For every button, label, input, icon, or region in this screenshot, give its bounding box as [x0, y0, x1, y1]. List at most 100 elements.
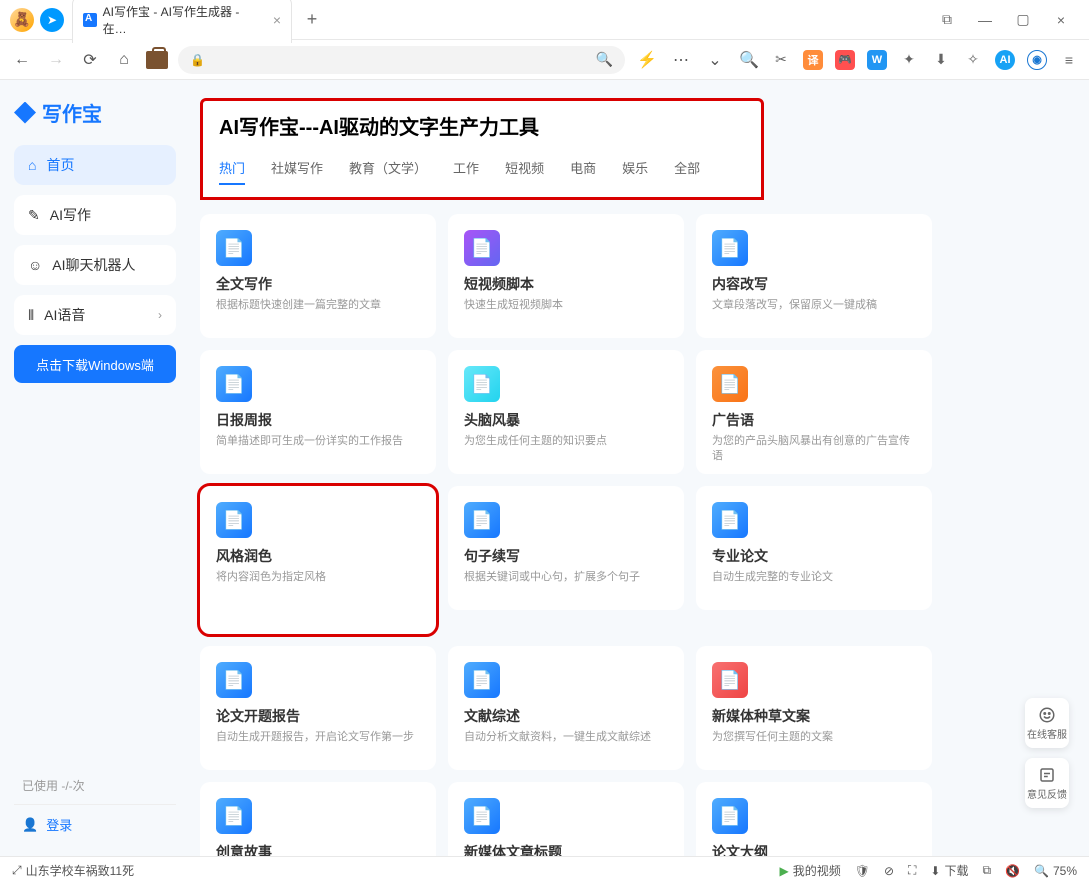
- window-pip-icon[interactable]: ⧉: [935, 8, 959, 32]
- more-icon[interactable]: ⋯: [669, 48, 693, 72]
- nav-label: AI聊天机器人: [52, 255, 135, 275]
- nav-ai-chat[interactable]: ☺ AI聊天机器人: [14, 245, 176, 285]
- card-title: 内容改写: [712, 274, 916, 294]
- nav-ai-voice[interactable]: ⦀ AI语音 ›: [14, 295, 176, 335]
- url-input[interactable]: 🔒 🔍: [178, 46, 625, 74]
- card-icon: 📄: [712, 230, 748, 266]
- reload-button[interactable]: ⟳: [78, 48, 102, 72]
- card-desc: 为您生成任何主题的知识要点: [464, 434, 668, 449]
- download-status[interactable]: ⬇下载: [930, 862, 968, 879]
- tool-card[interactable]: 📄 日报周报 简单描述即可生成一份详实的工作报告: [200, 350, 436, 474]
- user-icon: 👤: [22, 817, 38, 833]
- game-icon[interactable]: 🎮: [835, 50, 855, 70]
- download-windows-button[interactable]: 点击下载Windows端: [14, 345, 176, 383]
- card-desc: 自动生成开题报告，开启论文写作第一步: [216, 730, 420, 745]
- card-title: 创意故事: [216, 842, 420, 856]
- window-minimize-icon[interactable]: —: [973, 8, 997, 32]
- tool-card[interactable]: 📄 创意故事 帮你续写创意故事: [200, 782, 436, 856]
- pip-icon[interactable]: ⧉: [982, 863, 991, 878]
- category-tabs: 热门社媒写作教育（文学） 工作短视频电商娱乐全部: [219, 158, 745, 185]
- customer-service-button[interactable]: 在线客服: [1025, 698, 1069, 748]
- browser-tab[interactable]: AI写作宝 - AI写作生成器 - 在… ×: [72, 0, 292, 43]
- tool-card[interactable]: 📄 风格润色 将内容润色为指定风格: [200, 486, 436, 634]
- my-video-button[interactable]: ▶我的视频: [779, 862, 840, 879]
- card-icon: 📄: [216, 798, 252, 834]
- category-tab[interactable]: 社媒写作: [271, 158, 323, 185]
- telegram-icon[interactable]: ➤: [40, 8, 64, 32]
- news-ticker[interactable]: ⤢ 山东学校车祸致11死: [12, 862, 134, 879]
- card-title: 专业论文: [712, 546, 916, 566]
- address-bar: ← → ⟳ ⌂ 🔒 🔍 ⚡ ⋯ ⌄ 🔍 ✂ 译 🎮 W ✦ ⬇ ✧ AI ◉ ≡: [0, 40, 1089, 80]
- category-tab[interactable]: 电商: [570, 158, 596, 185]
- tool-card[interactable]: 📄 句子续写 根据关键词或中心句，扩展多个句子: [448, 486, 684, 610]
- category-tab[interactable]: 娱乐: [622, 158, 648, 185]
- menu-icon[interactable]: ≡: [1059, 50, 1079, 70]
- bolt-icon[interactable]: ⚡: [635, 48, 659, 72]
- globe-icon[interactable]: ◉: [1027, 50, 1047, 70]
- card-title: 广告语: [712, 410, 916, 430]
- tool-card[interactable]: 📄 短视频脚本 快速生成短视频脚本: [448, 214, 684, 338]
- login-label: 登录: [46, 815, 72, 834]
- category-tab[interactable]: 全部: [674, 158, 700, 185]
- card-desc: 简单描述即可生成一份详实的工作报告: [216, 434, 420, 449]
- card-icon: 📄: [464, 798, 500, 834]
- login-button[interactable]: 👤 登录: [14, 805, 176, 844]
- star-icon[interactable]: ✧: [963, 50, 983, 70]
- card-desc: 自动生成完整的专业论文: [712, 570, 916, 585]
- translate-icon[interactable]: 译: [803, 50, 823, 70]
- category-tab[interactable]: 教育（文学）: [349, 158, 427, 185]
- zoom-status[interactable]: 🔍75%: [1034, 864, 1077, 878]
- back-button[interactable]: ←: [10, 48, 34, 72]
- scissors-icon[interactable]: ✂: [771, 50, 791, 70]
- nav-home[interactable]: ⌂ 首页: [14, 145, 176, 185]
- logo[interactable]: 写作宝: [14, 98, 176, 127]
- capture-icon[interactable]: ⛶: [908, 863, 916, 878]
- tool-card[interactable]: 📄 论文大纲 根据论文题目和关键词生成论文大纲: [696, 782, 932, 856]
- voice-icon: ⦀: [28, 307, 34, 324]
- chevron-down-icon[interactable]: ⌄: [703, 48, 727, 72]
- tool-card[interactable]: 📄 论文开题报告 自动生成开题报告，开启论文写作第一步: [200, 646, 436, 770]
- card-icon: 📄: [464, 230, 500, 266]
- tool-card[interactable]: 📄 文献综述 自动分析文献资料，一键生成文献综述: [448, 646, 684, 770]
- card-title: 新媒体文章标题: [464, 842, 668, 856]
- tool-card[interactable]: 📄 专业论文 自动生成完整的专业论文: [696, 486, 932, 610]
- feedback-button[interactable]: 意见反馈: [1025, 758, 1069, 808]
- block-icon[interactable]: ⊘: [884, 864, 894, 878]
- page-title: AI写作宝---AI驱动的文字生产力工具: [219, 111, 745, 140]
- extension-icon[interactable]: ✦: [899, 50, 919, 70]
- tab-close-icon[interactable]: ×: [273, 12, 281, 28]
- mute-icon[interactable]: 🔇: [1005, 864, 1020, 878]
- category-tab[interactable]: 热门: [219, 158, 245, 185]
- card-grid: 📄 全文写作 根据标题快速创建一篇完整的文章📄 短视频脚本 快速生成短视频脚本📄…: [200, 214, 1069, 856]
- tool-card[interactable]: 📄 全文写作 根据标题快速创建一篇完整的文章: [200, 214, 436, 338]
- card-title: 全文写作: [216, 274, 420, 294]
- word-icon[interactable]: W: [867, 50, 887, 70]
- tool-card[interactable]: 📄 头脑风暴 为您生成任何主题的知识要点: [448, 350, 684, 474]
- card-desc: 为您撰写任何主题的文案: [712, 730, 916, 745]
- window-close-icon[interactable]: ×: [1049, 8, 1073, 32]
- download-icon[interactable]: ⬇: [931, 50, 951, 70]
- category-tab[interactable]: 短视频: [505, 158, 544, 185]
- tool-card[interactable]: 📄 广告语 为您的产品头脑风暴出有创意的广告宣传语: [696, 350, 932, 474]
- nav-ai-write[interactable]: ✎ AI写作: [14, 195, 176, 235]
- search-button[interactable]: 🔍: [737, 48, 761, 72]
- float-label: 意见反馈: [1027, 786, 1067, 801]
- forward-button[interactable]: →: [44, 48, 68, 72]
- home-button[interactable]: ⌂: [112, 48, 136, 72]
- new-tab-button[interactable]: +: [298, 6, 326, 34]
- shield-icon[interactable]: 🛡: [855, 864, 870, 878]
- card-desc: 根据关键词或中心句，扩展多个句子: [464, 570, 668, 585]
- tool-card[interactable]: 📄 新媒体文章标题 输入关键词生成引人入胜的文章标题: [448, 782, 684, 856]
- category-tab[interactable]: 工作: [453, 158, 479, 185]
- ai-icon[interactable]: AI: [995, 50, 1015, 70]
- tool-card[interactable]: 📄 内容改写 文章段落改写，保留原义一键成稿: [696, 214, 932, 338]
- logo-text: 写作宝: [42, 98, 102, 127]
- tool-card[interactable]: 📄 新媒体种草文案 为您撰写任何主题的文案: [696, 646, 932, 770]
- suitcase-icon[interactable]: [146, 51, 168, 69]
- float-label: 在线客服: [1027, 726, 1067, 741]
- window-maximize-icon[interactable]: ▢: [1011, 8, 1035, 32]
- card-title: 风格润色: [216, 546, 420, 566]
- card-icon: 📄: [216, 366, 252, 402]
- card-title: 新媒体种草文案: [712, 706, 916, 726]
- avatar-icon[interactable]: 🧸: [10, 8, 34, 32]
